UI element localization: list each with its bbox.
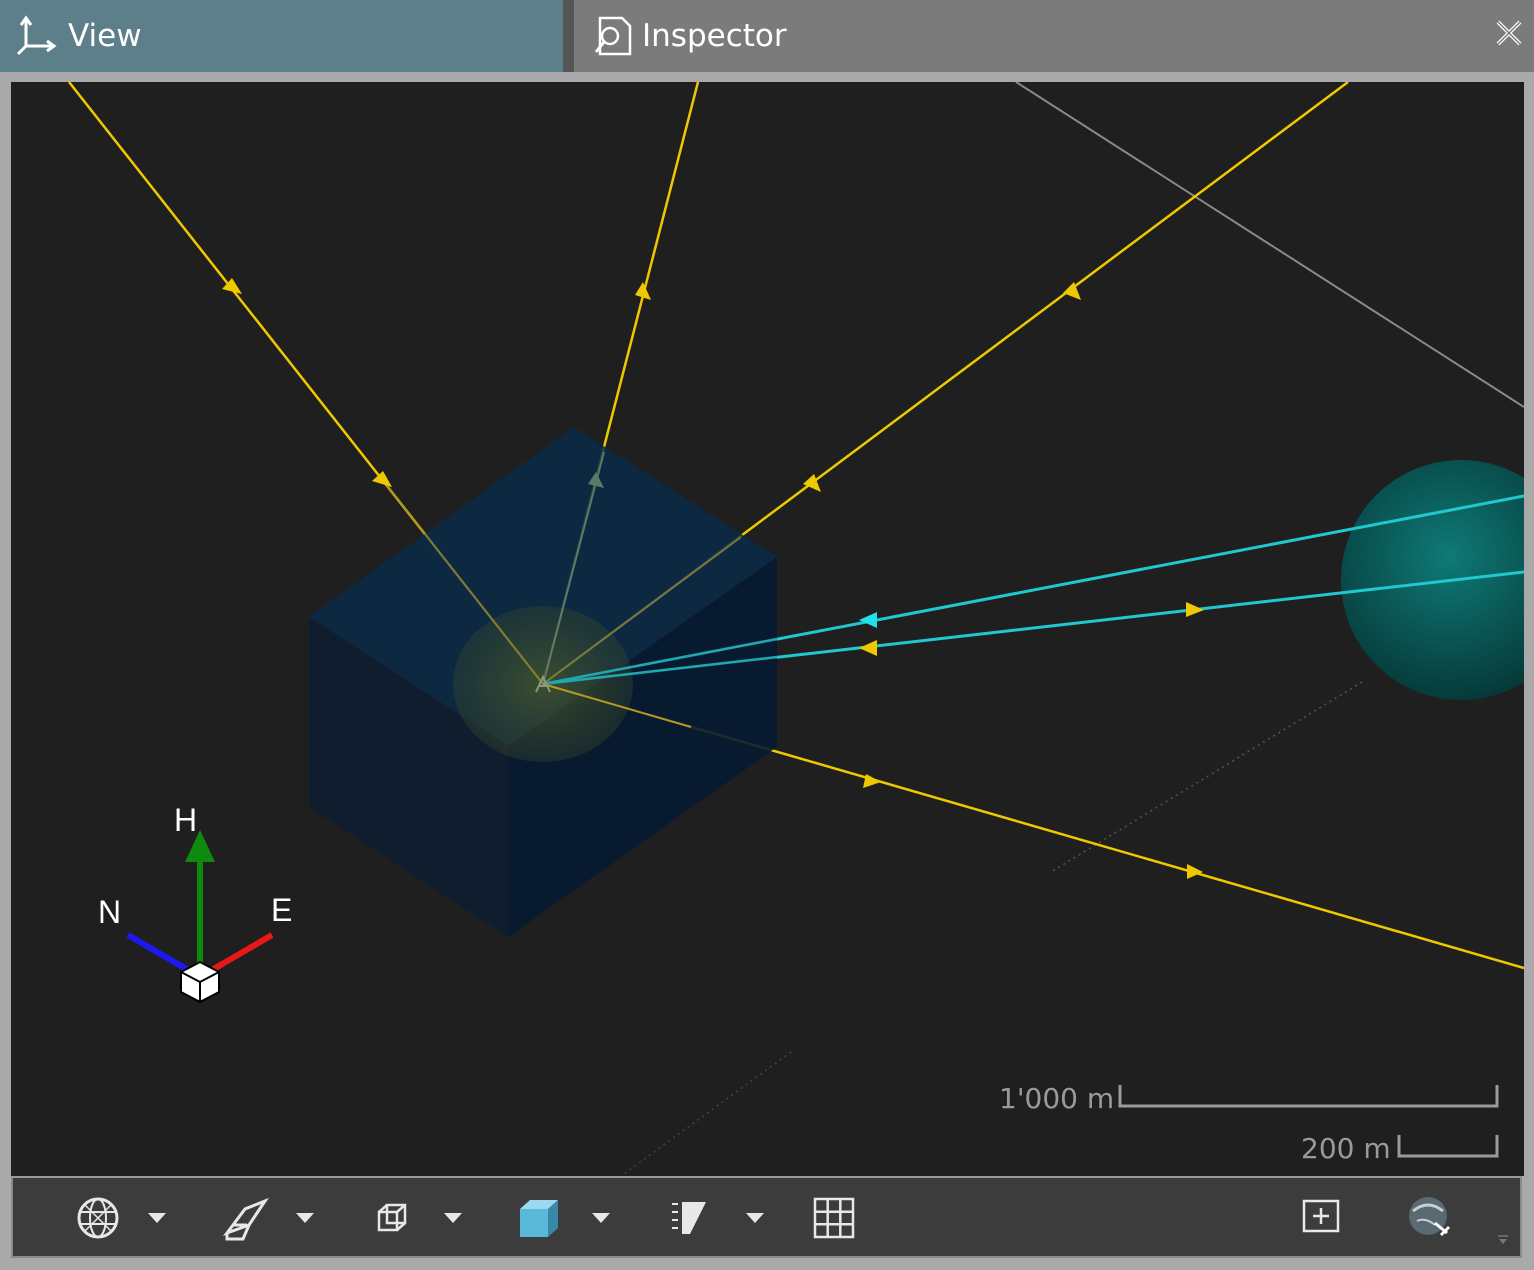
chevron-down-icon: [148, 1213, 166, 1223]
inspector-icon: [594, 16, 632, 56]
slice-dropdown[interactable]: [743, 1206, 767, 1230]
tab-view-label: View: [68, 18, 142, 54]
teal-sphere[interactable]: [1341, 460, 1524, 700]
ray-arrows-cyan: [859, 612, 877, 628]
close-icon[interactable]: [1492, 16, 1526, 50]
ruler-slice-icon: [672, 1202, 706, 1234]
resize-grip-icon[interactable]: [1496, 1232, 1510, 1246]
globe-icon: [77, 1197, 119, 1239]
compass-label-h: H: [174, 802, 198, 838]
solid-cube-icon: [520, 1200, 558, 1237]
compass-label-n: N: [98, 894, 122, 930]
tab-inspector[interactable]: Inspector: [574, 0, 1534, 72]
zoom-extents-button[interactable]: [1299, 1192, 1343, 1244]
reset-view-button[interactable]: [1405, 1192, 1455, 1244]
scene-canvas[interactable]: [11, 82, 1524, 1176]
slice-button[interactable]: [665, 1192, 711, 1244]
scale-label-large: 1'000 m: [999, 1082, 1115, 1115]
tab-separator: [563, 0, 574, 72]
globe-button[interactable]: [73, 1192, 123, 1244]
scale-bar-large: [1118, 1085, 1499, 1108]
view-toolbar: [11, 1176, 1522, 1258]
tab-bar: View Inspector: [0, 0, 1534, 72]
chevron-down-icon: [592, 1213, 610, 1223]
chevron-down-icon: [444, 1213, 462, 1223]
eraser-dropdown[interactable]: [293, 1206, 317, 1230]
guide-line-dotted: [620, 1051, 792, 1176]
eraser-button[interactable]: [221, 1192, 271, 1244]
axes-icon: [16, 15, 57, 56]
zoom-extents-icon: [1302, 1199, 1340, 1233]
eraser-icon: [223, 1197, 269, 1241]
tab-view[interactable]: View: [0, 0, 563, 72]
tab-inspector-label: Inspector: [642, 18, 787, 54]
wireframe-dropdown[interactable]: [441, 1206, 465, 1230]
solid-cube-dropdown[interactable]: [589, 1206, 613, 1230]
grid-button[interactable]: [809, 1192, 859, 1244]
reset-view-icon: [1409, 1197, 1451, 1237]
guide-line: [1015, 82, 1524, 408]
chevron-down-icon: [746, 1213, 764, 1223]
grid-icon: [813, 1197, 855, 1239]
3d-viewport[interactable]: H N E 1'000 m 200 m: [11, 82, 1524, 1176]
wireframe-button[interactable]: [368, 1192, 418, 1244]
scale-bar-small: [1397, 1135, 1499, 1158]
compass-gizmo[interactable]: [126, 830, 274, 1004]
chevron-down-icon: [296, 1213, 314, 1223]
scale-label-small: 200 m: [1301, 1132, 1391, 1165]
wireframe-cube-icon: [377, 1203, 407, 1232]
compass-label-e: E: [271, 892, 293, 928]
globe-dropdown[interactable]: [145, 1206, 169, 1230]
solid-cube-button[interactable]: [513, 1192, 565, 1244]
